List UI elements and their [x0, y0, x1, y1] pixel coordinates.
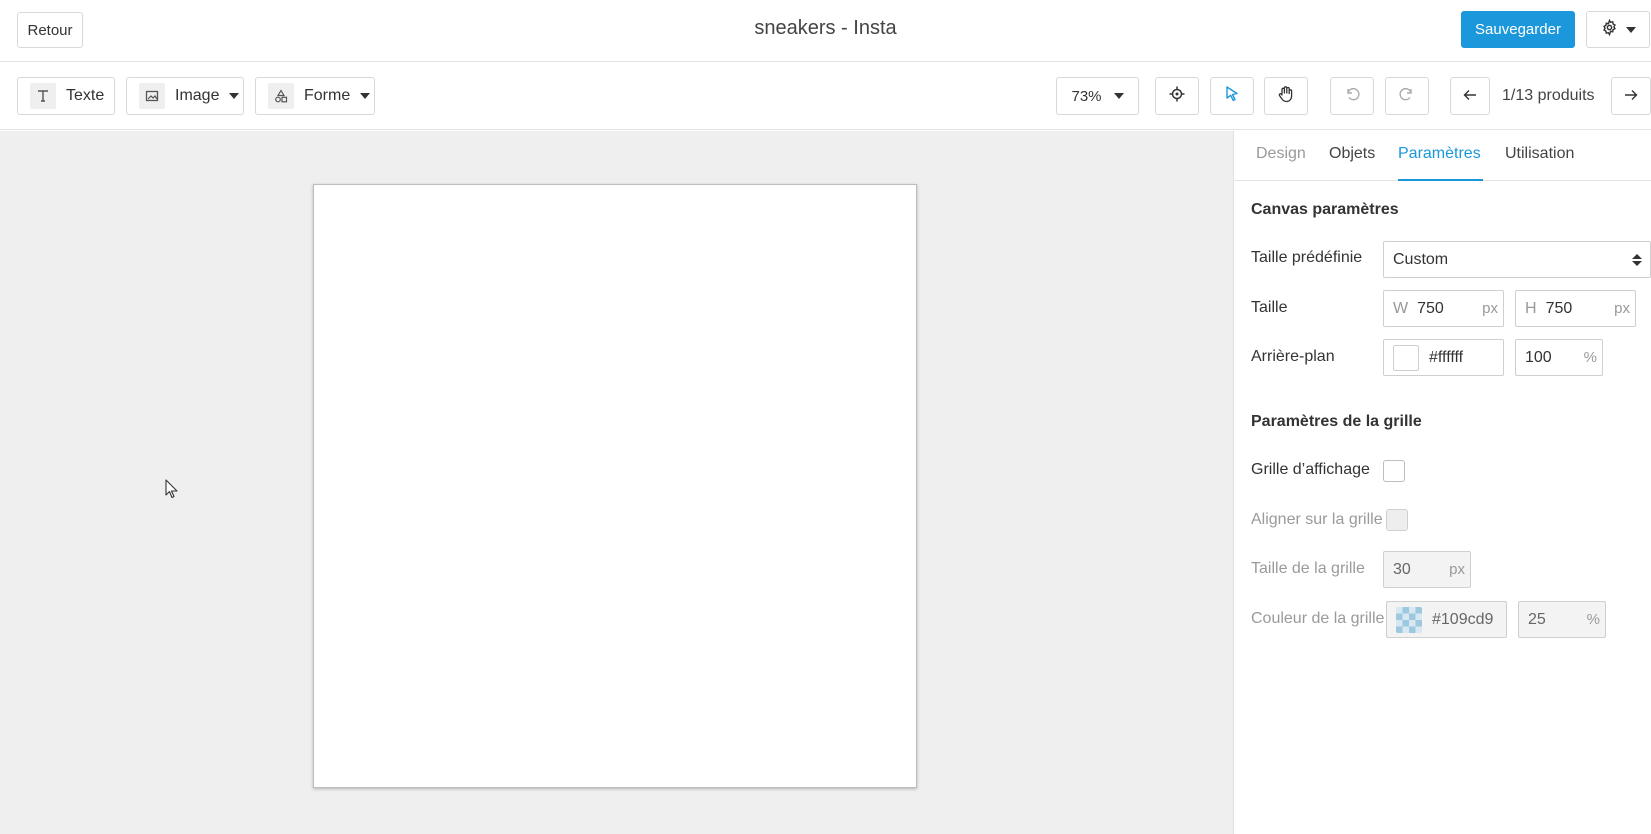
width-unit: px — [1482, 300, 1498, 317]
tab-settings[interactable]: Paramètres — [1398, 145, 1481, 163]
snap-grid-label: Aligner sur la grille — [1251, 511, 1383, 528]
add-shape-label: Forme — [304, 87, 351, 104]
grid-color-swatch[interactable] — [1396, 606, 1422, 633]
width-prefix: W — [1393, 299, 1409, 317]
panel-tabs: Design Objets Paramètres Utilisation — [1234, 131, 1651, 181]
show-grid-label: Grille d’affichage — [1251, 461, 1370, 478]
height-unit: px — [1614, 300, 1630, 317]
grid-color-value: #109cd9 — [1432, 610, 1494, 628]
zoom-select[interactable]: 73% — [1056, 77, 1139, 115]
width-field[interactable]: W 750 px — [1383, 290, 1504, 327]
grid-size-unit: px — [1449, 561, 1465, 578]
background-label: Arrière-plan — [1251, 348, 1335, 365]
tab-objects[interactable]: Objets — [1329, 145, 1375, 163]
tab-design[interactable]: Design — [1256, 145, 1306, 163]
add-text-label: Texte — [66, 87, 105, 104]
center-view-button[interactable] — [1155, 77, 1199, 115]
grid-size-field[interactable]: 30 px — [1383, 551, 1471, 588]
height-prefix: H — [1525, 299, 1537, 317]
header: Retour sneakers - Insta Sauvegarder — [0, 0, 1651, 62]
grid-opacity-value: 25 — [1528, 610, 1546, 628]
background-color-value: #ffffff — [1429, 348, 1464, 366]
preset-size-select[interactable]: Custom — [1383, 241, 1651, 278]
artboard[interactable] — [313, 184, 917, 788]
chevron-down-icon — [1113, 93, 1124, 99]
shapes-icon — [268, 83, 294, 109]
pagination-label: 1/13 produits — [1502, 87, 1595, 104]
percent-icon: % — [1586, 611, 1600, 628]
toolbar: Texte Image Forme 73% 1/13 produits — [0, 62, 1651, 130]
canvas-workspace[interactable] — [0, 131, 1233, 834]
percent-icon: % — [1583, 349, 1597, 366]
grid-size-value: 30 — [1393, 560, 1411, 578]
add-text-button[interactable]: Texte — [17, 77, 115, 115]
page-title: sneakers - Insta — [754, 17, 897, 39]
background-color-field[interactable]: #ffffff — [1383, 339, 1504, 376]
redo-button[interactable] — [1385, 77, 1429, 115]
image-icon — [139, 83, 165, 109]
background-opacity-field[interactable]: 100 % — [1515, 339, 1603, 376]
size-label: Taille — [1251, 299, 1288, 316]
add-shape-button[interactable]: Forme — [255, 77, 375, 115]
height-field[interactable]: H 750 px — [1515, 290, 1636, 327]
canvas-settings-title: Canvas paramètres — [1251, 201, 1399, 218]
snap-grid-checkbox[interactable] — [1386, 509, 1408, 531]
background-color-swatch[interactable] — [1393, 344, 1419, 371]
select-arrows-icon — [1632, 254, 1642, 266]
active-tab-indicator — [1398, 179, 1483, 181]
add-image-button[interactable]: Image — [126, 77, 244, 115]
arrow-left-icon — [1463, 88, 1477, 105]
height-value: 750 — [1545, 299, 1573, 317]
grid-settings-title: Paramètres de la grille — [1251, 413, 1422, 430]
preset-size-label: Taille prédéfinie — [1251, 249, 1363, 266]
properties-panel: Design Objets Paramètres Utilisation Can… — [1233, 131, 1651, 834]
chevron-down-icon — [1625, 26, 1636, 33]
add-image-label: Image — [175, 87, 220, 104]
redo-icon — [1399, 86, 1415, 106]
width-value: 750 — [1417, 299, 1444, 317]
grid-opacity-field[interactable]: 25 % — [1518, 601, 1606, 638]
grid-color-label: Couleur de la grille — [1251, 610, 1385, 627]
zoom-value: 73% — [1071, 87, 1102, 105]
hand-icon — [1277, 85, 1295, 107]
text-icon — [30, 83, 56, 109]
back-button[interactable]: Retour — [17, 12, 83, 48]
settings-button[interactable] — [1586, 11, 1650, 48]
pan-tool-button[interactable] — [1264, 77, 1308, 115]
chevron-down-icon — [360, 93, 371, 99]
tab-usage[interactable]: Utilisation — [1505, 145, 1574, 163]
target-icon — [1169, 86, 1185, 106]
background-opacity-value: 100 — [1525, 348, 1552, 366]
preset-size-value: Custom — [1393, 250, 1449, 268]
pointer-icon — [1225, 86, 1239, 106]
mouse-cursor-icon — [165, 479, 179, 504]
show-grid-checkbox[interactable] — [1383, 460, 1405, 482]
chevron-down-icon — [229, 93, 240, 99]
save-button[interactable]: Sauvegarder — [1461, 11, 1575, 48]
undo-button[interactable] — [1330, 77, 1374, 115]
gear-icon — [1601, 18, 1618, 40]
select-tool-button[interactable] — [1210, 77, 1254, 115]
previous-product-button[interactable] — [1450, 77, 1490, 115]
next-product-button[interactable] — [1611, 77, 1651, 115]
undo-icon — [1344, 86, 1360, 106]
grid-color-field[interactable]: #109cd9 — [1386, 601, 1507, 638]
arrow-right-icon — [1624, 88, 1638, 105]
grid-size-label: Taille de la grille — [1251, 560, 1365, 577]
